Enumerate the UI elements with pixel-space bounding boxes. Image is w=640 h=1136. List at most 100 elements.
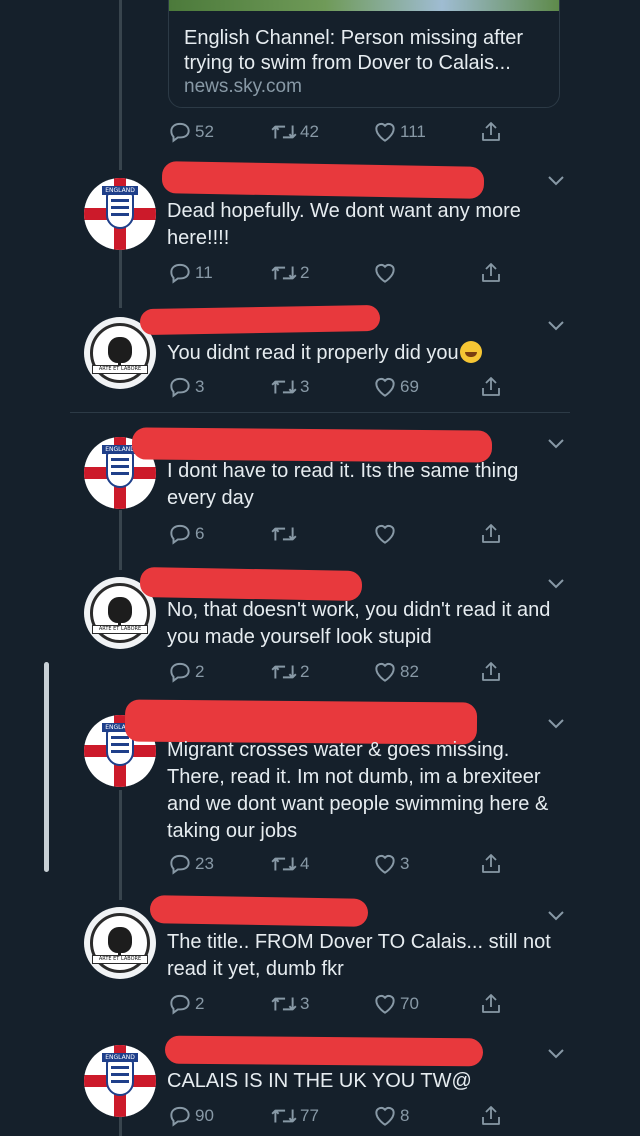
rofl-emoji-icon: [459, 341, 482, 363]
chevron-down-icon[interactable]: [546, 577, 566, 591]
heart-icon: [375, 854, 395, 874]
reply-icon: [170, 122, 190, 143]
retweet-button[interactable]: 42: [270, 117, 319, 147]
share-button[interactable]: [479, 657, 503, 687]
like-button[interactable]: 3: [372, 849, 409, 879]
retweet-button[interactable]: 77: [270, 1101, 319, 1131]
share-button[interactable]: [479, 117, 503, 147]
link-title: English Channel: Person missing after tr…: [184, 27, 524, 74]
like-count: 82: [400, 662, 419, 681]
retweet-count: 4: [300, 854, 310, 873]
redacted-username: [149, 895, 369, 927]
share-button[interactable]: [479, 519, 503, 549]
reply-icon: [170, 854, 190, 875]
chevron-down-icon[interactable]: [546, 437, 566, 451]
reply-button[interactable]: 2: [167, 989, 204, 1019]
link-domain: news.sky.com: [184, 76, 302, 97]
retweet-icon: [271, 527, 297, 541]
share-button[interactable]: [479, 1101, 503, 1131]
chevron-down-icon[interactable]: [546, 717, 566, 731]
retweet-icon: [271, 665, 297, 679]
retweet-button[interactable]: 4: [270, 849, 309, 879]
like-button[interactable]: 70: [372, 989, 419, 1019]
link-thumbnail: [169, 0, 559, 11]
reply-icon: [170, 263, 190, 284]
heart-icon: [375, 662, 395, 682]
chevron-down-icon[interactable]: [546, 319, 566, 333]
reply-button[interactable]: 90: [167, 1101, 214, 1131]
redacted-username: [139, 567, 363, 601]
tweet-text: Migrant crosses water & goes missing. Th…: [167, 739, 549, 842]
share-button[interactable]: [479, 372, 503, 402]
thread-line: [119, 248, 122, 308]
reply-count: 2: [195, 662, 205, 681]
badge-text: ARTE ET LABORE: [92, 625, 148, 634]
redacted-username: [164, 1035, 484, 1067]
retweet-icon: [271, 857, 297, 871]
retweet-icon: [271, 266, 297, 280]
screen: English Channel: Person missing after tr…: [0, 0, 640, 1136]
reply-count: 6: [195, 524, 205, 543]
heart-icon: [375, 263, 395, 283]
heart-icon: [375, 994, 395, 1014]
reply-button[interactable]: 11: [167, 258, 213, 288]
tweet-text: I dont have to read it. Its the same thi…: [167, 460, 519, 509]
heart-icon: [375, 122, 395, 142]
share-button[interactable]: [479, 849, 503, 879]
like-button[interactable]: 111: [372, 117, 426, 147]
heart-icon: [375, 1106, 395, 1126]
tweet-actions: 23 4 3: [167, 849, 507, 879]
tweet-actions: 6: [167, 519, 507, 549]
share-button[interactable]: [479, 258, 503, 288]
retweet-button[interactable]: 3: [270, 989, 309, 1019]
share-icon: [482, 263, 500, 282]
like-button[interactable]: 8: [372, 1101, 409, 1131]
like-button[interactable]: [372, 519, 400, 549]
share-icon: [482, 994, 500, 1013]
avatar[interactable]: ENGLAND: [84, 1045, 156, 1117]
reply-count: 23: [195, 854, 214, 873]
like-button[interactable]: [372, 258, 400, 288]
reply-button[interactable]: 6: [167, 519, 204, 549]
thread-line: [119, 0, 122, 170]
reply-icon: [170, 524, 190, 545]
retweet-icon: [271, 125, 297, 139]
avatar[interactable]: ENGLAND: [84, 178, 156, 250]
chevron-down-icon[interactable]: [546, 1047, 566, 1061]
tweet-text-content: You didnt read it properly did you: [167, 342, 459, 364]
reply-icon: [170, 994, 190, 1015]
share-icon: [482, 1106, 500, 1125]
share-icon: [482, 377, 500, 396]
reply-count: 11: [195, 263, 213, 282]
link-preview-card[interactable]: English Channel: Person missing after tr…: [168, 0, 560, 108]
retweet-button[interactable]: 3: [270, 372, 309, 402]
reply-icon: [170, 662, 190, 683]
reply-button[interactable]: 2: [167, 657, 204, 687]
retweet-count: 3: [300, 377, 310, 396]
redacted-username: [139, 304, 381, 336]
chevron-down-icon[interactable]: [546, 909, 566, 923]
thread-line: [119, 790, 122, 900]
share-icon: [482, 854, 500, 873]
retweet-button[interactable]: 2: [270, 258, 309, 288]
reply-button[interactable]: 23: [167, 849, 214, 879]
reply-count: 2: [195, 994, 205, 1013]
retweet-count: 77: [300, 1106, 319, 1125]
scroll-indicator[interactable]: [44, 662, 49, 872]
reply-button[interactable]: 3: [167, 372, 204, 402]
tweet-actions: 2 2 82: [167, 657, 507, 687]
retweet-button[interactable]: 2: [270, 657, 309, 687]
tweet-text: No, that doesn't work, you didn't read i…: [167, 599, 551, 648]
reply-button[interactable]: 52: [167, 117, 214, 147]
like-button[interactable]: 69: [372, 372, 419, 402]
tweet-text: CALAIS IS IN THE UK YOU TW@: [167, 1070, 472, 1092]
chevron-down-icon[interactable]: [546, 174, 566, 188]
share-button[interactable]: [479, 989, 503, 1019]
thread-line: [119, 1115, 122, 1136]
like-button[interactable]: 82: [372, 657, 419, 687]
tweet-text: The title.. FROM Dover TO Calais... stil…: [167, 931, 551, 980]
redacted-username: [161, 161, 485, 199]
retweet-button[interactable]: [270, 519, 300, 549]
avatar[interactable]: ARTE ET LABORE: [84, 907, 156, 979]
badge-text: ARTE ET LABORE: [92, 955, 148, 964]
